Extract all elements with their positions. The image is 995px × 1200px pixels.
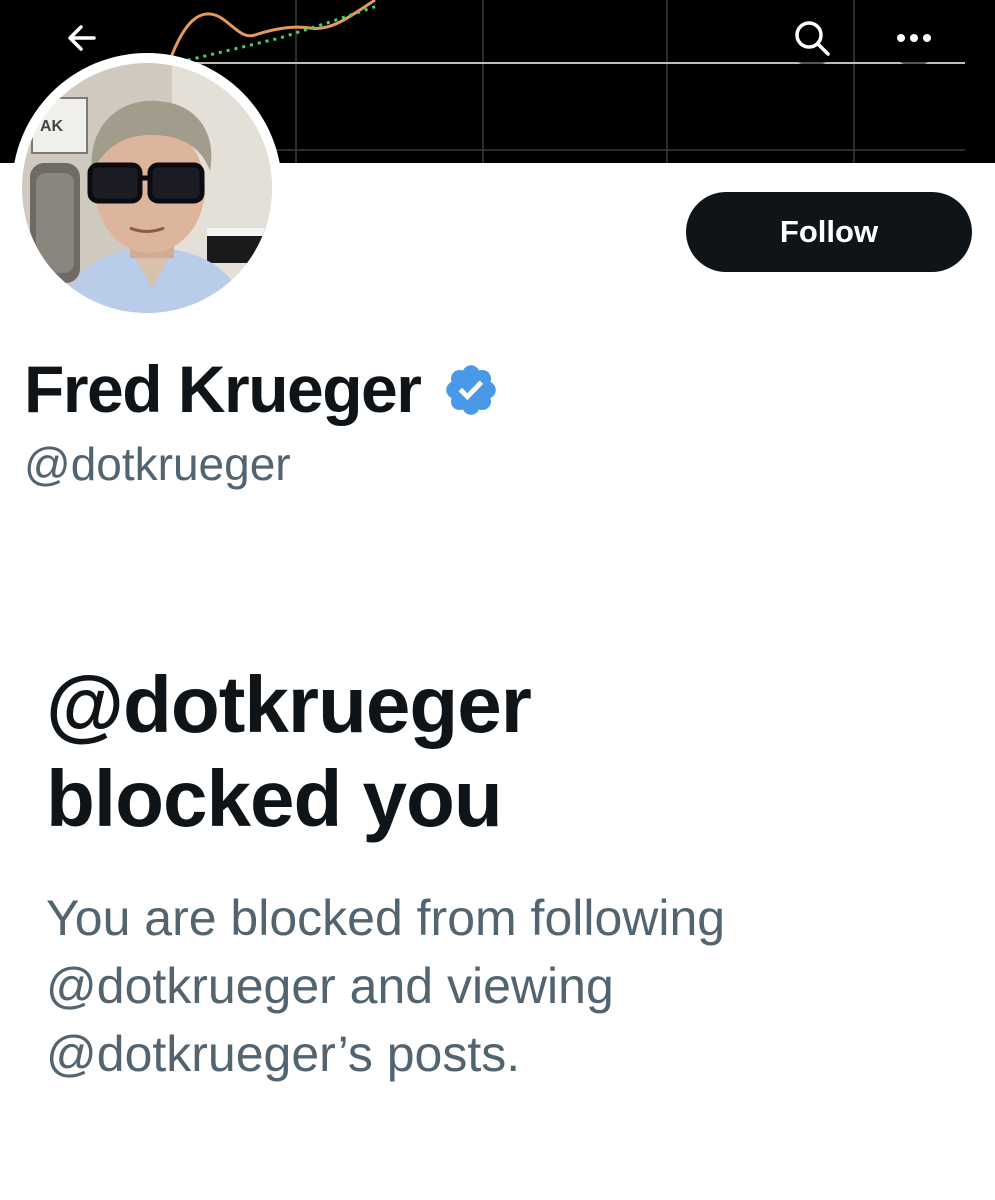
search-button[interactable] (784, 10, 840, 66)
avatar-photo: AK (22, 63, 272, 313)
blocked-description-line: You are blocked from following (46, 890, 726, 946)
blocked-description-line: @dotkrueger and viewing (46, 958, 614, 1014)
avatar[interactable]: AK (12, 53, 282, 323)
blocked-title-line: @dotkrueger (46, 660, 532, 749)
profile-page: AK Follow Fred Krueger @dotkrueger @dotk… (0, 0, 995, 1200)
blocked-description: You are blocked from following @dotkrueg… (46, 884, 946, 1088)
blocked-title-line: blocked you (46, 754, 503, 843)
blocked-description-line: @dotkrueger’s posts. (46, 1026, 521, 1082)
blocked-title: @dotkrueger blocked you (46, 658, 946, 846)
follow-button[interactable]: Follow (686, 192, 972, 272)
back-button[interactable] (54, 10, 110, 66)
arrow-left-icon (68, 25, 96, 51)
profile-name-row: Fred Krueger (24, 346, 500, 432)
more-options-button[interactable] (886, 10, 942, 66)
search-icon (795, 21, 830, 56)
verified-badge-icon (446, 365, 497, 415)
display-name: Fred Krueger (24, 352, 422, 426)
more-horizontal-icon (897, 34, 931, 42)
profile-handle: @dotkrueger (24, 438, 291, 490)
svg-text:AK: AK (40, 118, 64, 135)
